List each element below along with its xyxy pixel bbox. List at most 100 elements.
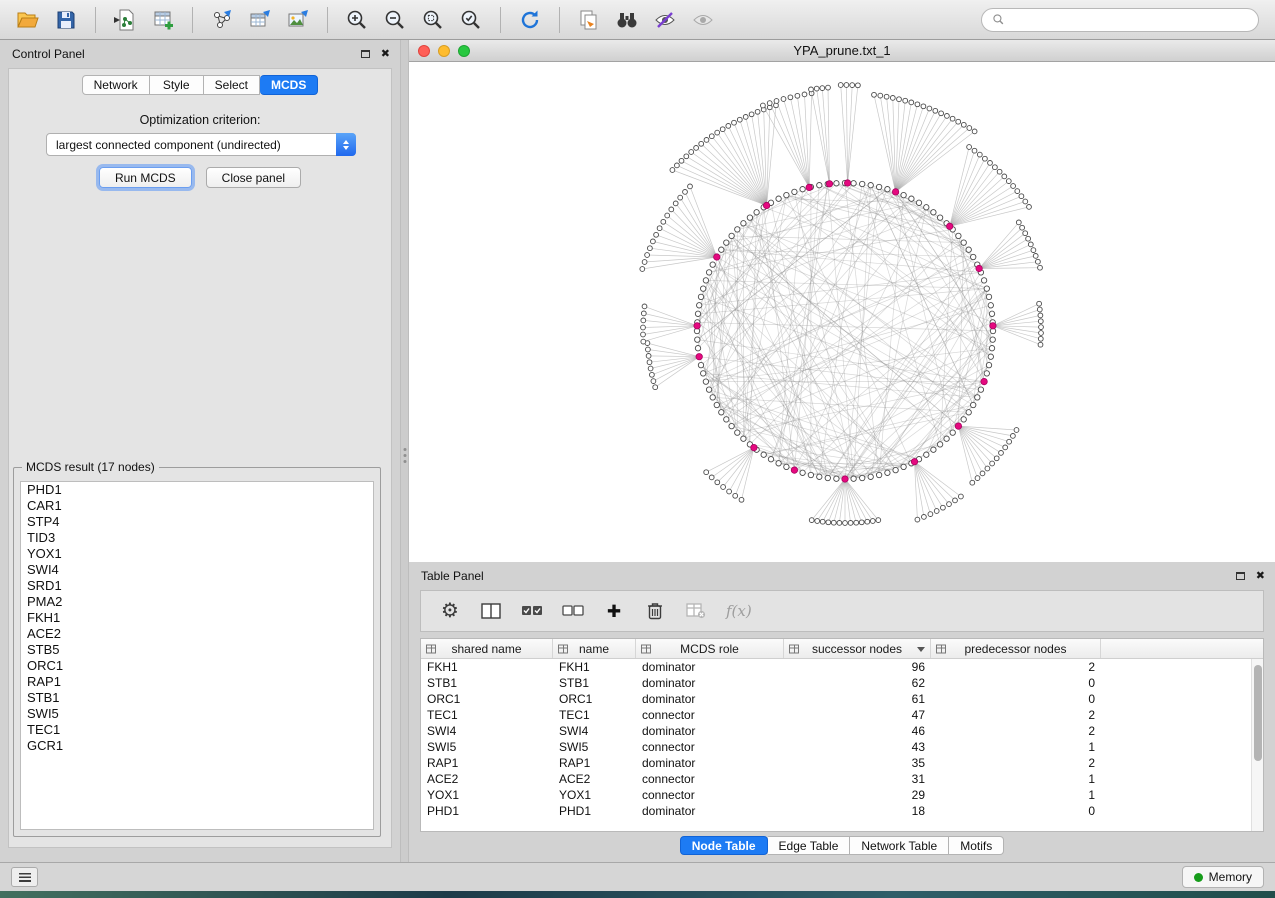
gear-icon: ⚙ (441, 601, 459, 621)
optimization-criterion-select[interactable]: largest connected component (undirected) (46, 133, 356, 156)
table-settings-button[interactable]: ⚙ (439, 598, 461, 624)
mcds-result-item-swi5[interactable]: SWI5 (21, 706, 373, 722)
cell-shared_name: YOX1 (421, 787, 553, 803)
table-row[interactable]: SWI5SWI5connector431 (421, 739, 1251, 755)
table-row[interactable]: SWI4SWI4dominator462 (421, 723, 1251, 739)
cell-predecessor_nodes: 0 (931, 803, 1101, 819)
status-menu-button[interactable] (11, 867, 38, 887)
create-column-button[interactable]: ✚ (603, 598, 625, 624)
open-session-button[interactable] (10, 4, 46, 36)
cell-mcds_role: connector (636, 707, 784, 723)
column-header-mcds-role[interactable]: MCDS role (636, 639, 784, 658)
zoom-selected-button[interactable] (453, 4, 489, 36)
table-row[interactable]: ACE2ACE2connector311 (421, 771, 1251, 787)
cell-mcds_role: connector (636, 787, 784, 803)
columns-icon (481, 603, 501, 619)
mcds-result-item-orc1[interactable]: ORC1 (21, 658, 373, 674)
show-graphics-button[interactable] (685, 4, 721, 36)
table-row[interactable]: STB1STB1dominator620 (421, 675, 1251, 691)
export-network-button[interactable] (204, 4, 240, 36)
mcds-result-item-tec1[interactable]: TEC1 (21, 722, 373, 738)
mcds-result-item-rap1[interactable]: RAP1 (21, 674, 373, 690)
export-table-button[interactable] (242, 4, 278, 36)
import-network-file-button[interactable] (107, 4, 143, 36)
network-window-titlebar[interactable]: YPA_prune.txt_1 (409, 40, 1275, 62)
table-row[interactable]: YOX1YOX1connector291 (421, 787, 1251, 803)
zoom-out-button[interactable] (377, 4, 413, 36)
refresh-view-button[interactable] (512, 4, 548, 36)
delete-column-button[interactable] (644, 598, 666, 624)
mcds-result-item-yox1[interactable]: YOX1 (21, 546, 373, 562)
float-panel-icon[interactable] (361, 50, 370, 58)
close-panel-icon[interactable]: ✖ (1256, 571, 1265, 582)
mcds-result-item-pma2[interactable]: PMA2 (21, 594, 373, 610)
mcds-result-list: PHD1CAR1STP4TID3YOX1SWI4SRD1PMA2FKH1ACE2… (20, 481, 374, 830)
cell-name: ACE2 (553, 771, 636, 787)
save-session-button[interactable] (48, 4, 84, 36)
mcds-result-item-ace2[interactable]: ACE2 (21, 626, 373, 642)
mcds-result-item-swi4[interactable]: SWI4 (21, 562, 373, 578)
zoom-fit-button[interactable] (415, 4, 451, 36)
mcds-result-item-stb5[interactable]: STB5 (21, 642, 373, 658)
cell-mcds_role: dominator (636, 691, 784, 707)
table-row[interactable]: PHD1PHD1dominator180 (421, 803, 1251, 819)
table-row[interactable]: ORC1ORC1dominator610 (421, 691, 1251, 707)
eye-icon (691, 8, 715, 32)
tab-node-table[interactable]: Node Table (680, 836, 768, 855)
search-icon (992, 13, 1005, 26)
tab-mcds[interactable]: MCDS (260, 75, 318, 95)
tab-network[interactable]: Network (82, 75, 150, 95)
table-row[interactable]: RAP1RAP1dominator352 (421, 755, 1251, 771)
table-row[interactable]: TEC1TEC1connector472 (421, 707, 1251, 723)
find-button[interactable] (609, 4, 645, 36)
zoom-in-button[interactable] (339, 4, 375, 36)
search-input[interactable] (1011, 13, 1248, 27)
toolbar-search-field[interactable] (981, 8, 1259, 32)
close-panel-button[interactable]: Close panel (206, 167, 301, 188)
export-image-button[interactable] (280, 4, 316, 36)
tab-motifs[interactable]: Motifs (949, 836, 1004, 855)
cell-shared_name: FKH1 (421, 659, 553, 675)
function-builder-button[interactable]: f(x) (726, 598, 752, 624)
delete-table-button[interactable] (685, 598, 707, 624)
network-graph-svg[interactable] (409, 62, 1275, 562)
cell-predecessor_nodes: 1 (931, 771, 1101, 787)
scrollbar-thumb[interactable] (1254, 665, 1262, 761)
mcds-result-item-stb1[interactable]: STB1 (21, 690, 373, 706)
column-header-shared-name[interactable]: shared name (421, 639, 553, 658)
panel-splitter[interactable] (400, 40, 409, 862)
column-header-predecessor-nodes[interactable]: predecessor nodes (931, 639, 1101, 658)
binoculars-icon (615, 8, 639, 32)
network-canvas[interactable] (409, 62, 1275, 562)
mcds-result-item-phd1[interactable]: PHD1 (21, 482, 373, 498)
zoom-out-icon (383, 8, 407, 32)
run-mcds-button[interactable]: Run MCDS (99, 167, 192, 188)
float-panel-icon[interactable] (1236, 572, 1245, 580)
toolbar-separator (500, 7, 501, 33)
mcds-result-item-srd1[interactable]: SRD1 (21, 578, 373, 594)
mcds-result-item-tid3[interactable]: TID3 (21, 530, 373, 546)
tab-select[interactable]: Select (204, 75, 260, 95)
tab-style[interactable]: Style (150, 75, 204, 95)
table-row[interactable]: FKH1FKH1dominator962 (421, 659, 1251, 675)
mcds-result-item-car1[interactable]: CAR1 (21, 498, 373, 514)
unselect-all-columns-button[interactable] (562, 598, 584, 624)
clone-network-button[interactable] (571, 4, 607, 36)
hide-graphics-button[interactable] (647, 4, 683, 36)
import-table-file-button[interactable] (145, 4, 181, 36)
sort-chevron-icon[interactable] (917, 647, 925, 652)
close-panel-icon[interactable]: ✖ (381, 49, 390, 60)
tab-edge-table[interactable]: Edge Table (768, 836, 851, 855)
column-header-successor-nodes[interactable]: successor nodes (784, 639, 931, 658)
memory-button[interactable]: Memory (1182, 866, 1264, 888)
mcds-result-item-stp4[interactable]: STP4 (21, 514, 373, 530)
mcds-result-item-fkh1[interactable]: FKH1 (21, 610, 373, 626)
mcds-result-group-title: MCDS result (17 nodes) (22, 460, 159, 474)
mcds-result-item-gcr1[interactable]: GCR1 (21, 738, 373, 754)
tab-network-table[interactable]: Network Table (850, 836, 949, 855)
attribute-grid-icon (558, 644, 568, 653)
column-header-name[interactable]: name (553, 639, 636, 658)
show-columns-button[interactable] (480, 598, 502, 624)
select-all-columns-button[interactable] (521, 598, 543, 624)
table-scrollbar[interactable] (1251, 659, 1263, 831)
